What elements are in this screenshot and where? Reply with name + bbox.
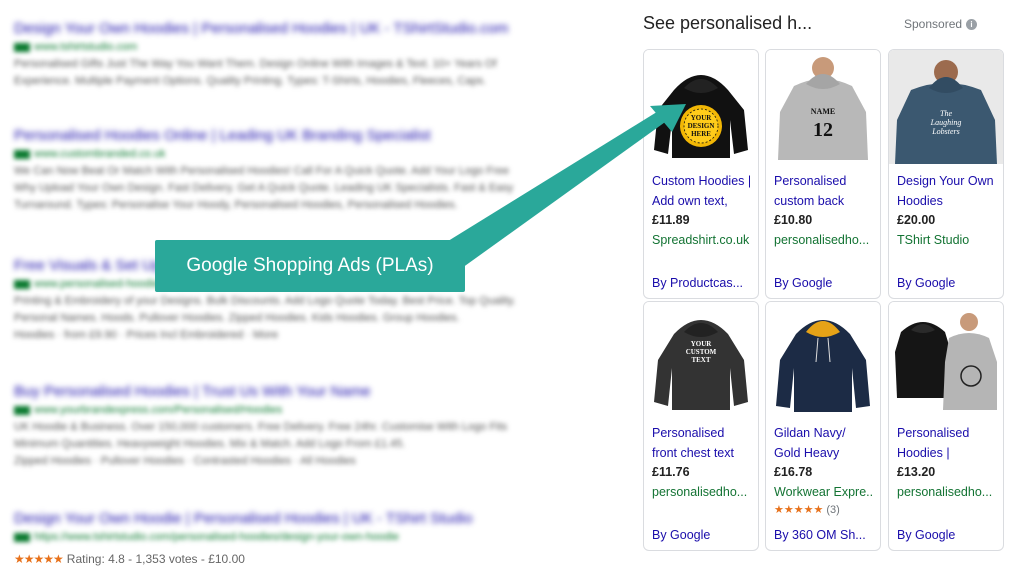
product-store: personalisedho... (774, 232, 870, 247)
product-rating: ★★★★★ (3) (774, 502, 874, 518)
product-price: £11.76 (652, 465, 690, 479)
result-title[interactable]: Design Your Own Hoodie | Personalised Ho… (14, 510, 584, 527)
sponsored-label[interactable]: Sponsored i (904, 17, 978, 31)
product-title[interactable]: Personalised Hoodies | (897, 424, 997, 463)
result-url: www.yourbrandexpress.com/Personalised/Ho… (14, 404, 584, 416)
product-image[interactable]: YOUR DESIGN HERE (644, 50, 758, 164)
result-url: https://www.tshirtstudio.com/personalise… (14, 531, 584, 543)
product-title[interactable]: Custom Hoodies | Add own text, (652, 172, 752, 211)
product-by-link[interactable]: By Google (897, 276, 997, 290)
product-by-link[interactable]: By Google (652, 528, 752, 542)
result-snippet: Printing & Embroidery of your Designs. B… (14, 295, 516, 341)
product-card[interactable]: YOUR DESIGN HERE Custom Hoodies | Add ow… (643, 49, 759, 299)
product-store: Workwear Expre.. (774, 484, 874, 499)
product-store: personalisedho... (652, 484, 748, 499)
svg-text:Lobsters: Lobsters (931, 127, 960, 136)
svg-text:TEXT: TEXT (691, 356, 710, 364)
product-card[interactable]: Personalised Hoodies | £13.20 personalis… (888, 301, 1004, 551)
product-by-link[interactable]: By Google (897, 528, 997, 542)
svg-text:Laughing: Laughing (930, 118, 962, 127)
product-price: £10.80 (774, 213, 813, 227)
product-store: TShirt Studio (897, 232, 970, 247)
hoodie-image (766, 302, 880, 416)
result-url: www.tshirtstudio.com (14, 41, 584, 53)
product-card[interactable]: Gildan Navy/ Gold Heavy £16.78 Workwear … (765, 301, 881, 551)
svg-text:YOUR: YOUR (691, 114, 713, 122)
product-price: £16.78 (774, 465, 813, 479)
product-card[interactable]: NAME 12 Personalised custom back £10.80 … (765, 49, 881, 299)
product-store: personalisedho... (897, 484, 993, 499)
svg-text:DESIGN: DESIGN (688, 122, 715, 130)
result-snippet: Personalised Gifts Just The Way You Want… (14, 58, 497, 87)
shopping-panel-title[interactable]: See personalised h... (643, 13, 812, 34)
product-title[interactable]: Personalised front chest text (652, 424, 752, 463)
product-by-link[interactable]: By Google (774, 276, 874, 290)
product-store: Spreadshirt.co.uk (652, 232, 750, 247)
product-image[interactable]: YOUR CUSTOM TEXT (644, 302, 758, 416)
product-card[interactable]: YOUR CUSTOM TEXT Personalised front ches… (643, 301, 759, 551)
product-card[interactable]: The Laughing Lobsters Design Your Own Ho… (888, 49, 1004, 299)
svg-text:NAME: NAME (811, 107, 835, 116)
svg-text:CUSTOM: CUSTOM (686, 348, 717, 356)
organic-result[interactable]: Personalised Hoodies Online | Leading UK… (14, 127, 584, 214)
result-title[interactable]: Design Your Own Hoodies | Personalised H… (14, 20, 584, 37)
svg-text:The: The (940, 109, 952, 118)
organic-result[interactable]: Buy Personalised Hoodies | Trust Us With… (14, 383, 584, 470)
product-title[interactable]: Personalised custom back (774, 172, 874, 211)
product-by-link[interactable]: By Productcas... (652, 276, 752, 290)
organic-result[interactable]: Design Your Own Hoodies | Personalised H… (14, 20, 584, 90)
product-image[interactable] (766, 302, 880, 416)
hoodie-image: YOUR DESIGN HERE (644, 50, 758, 164)
info-icon[interactable]: i (966, 18, 978, 30)
hoodie-image: YOUR CUSTOM TEXT (644, 302, 758, 416)
hoodie-image: NAME 12 (766, 50, 880, 164)
product-image[interactable] (889, 302, 1003, 416)
result-snippet: UK Hoodie & Business. Over 150,000 custo… (14, 421, 508, 467)
hoodie-image: The Laughing Lobsters (889, 50, 1003, 164)
product-title[interactable]: Gildan Navy/ Gold Heavy (774, 424, 874, 463)
result-title[interactable]: Buy Personalised Hoodies | Trust Us With… (14, 383, 584, 400)
svg-text:12: 12 (813, 119, 833, 141)
review-count[interactable]: (3) (826, 504, 839, 516)
product-image[interactable]: The Laughing Lobsters (889, 50, 1003, 164)
organic-result[interactable]: Design Your Own Hoodie | Personalised Ho… (14, 510, 584, 543)
result-title[interactable]: Personalised Hoodies Online | Leading UK… (14, 127, 584, 144)
product-by-link[interactable]: By 360 OM Sh... (774, 528, 874, 542)
result-snippet: We Can Now Beat Or Match With Personalis… (14, 165, 514, 211)
product-price: £20.00 (897, 213, 936, 227)
result-url: www.custombranded.co.uk (14, 148, 584, 160)
svg-text:HERE: HERE (691, 130, 711, 138)
hoodie-image (889, 302, 1003, 416)
annotation-callout: Google Shopping Ads (PLAs) (155, 240, 465, 292)
svg-text:YOUR: YOUR (691, 340, 713, 348)
product-title[interactable]: Design Your Own Hoodies (897, 172, 997, 211)
product-price: £11.89 (652, 213, 690, 227)
product-image[interactable]: NAME 12 (766, 50, 880, 164)
product-price: £13.20 (897, 465, 936, 479)
star-rating-icon: ★★★★★ (774, 504, 824, 516)
